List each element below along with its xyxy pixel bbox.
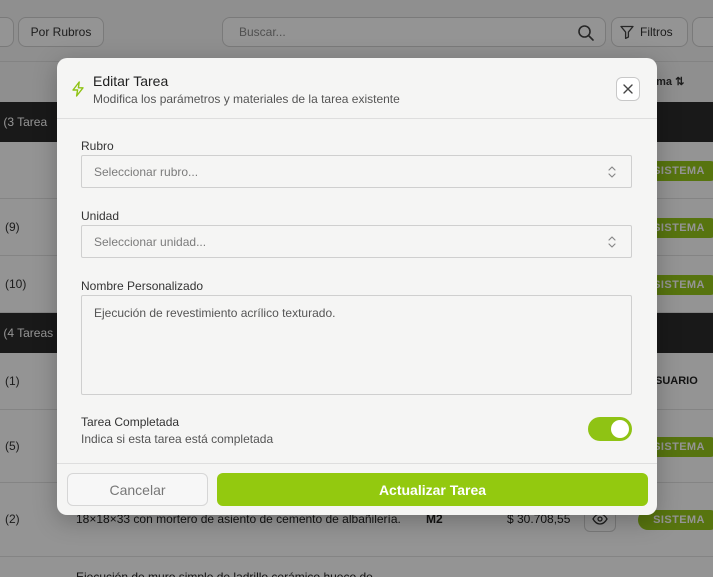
dialog-header: Editar Tarea Modifica los parámetros y m… <box>57 58 657 119</box>
toggle-knob <box>611 420 629 438</box>
nombre-personalizado-textarea[interactable]: Ejecución de revestimiento acrílico text… <box>81 295 632 395</box>
tarea-completada-toggle[interactable] <box>588 417 632 441</box>
close-button[interactable] <box>616 77 640 101</box>
cancel-button[interactable]: Cancelar <box>67 473 208 506</box>
unidad-placeholder: Seleccionar unidad... <box>94 234 207 249</box>
dialog-footer: Cancelar Actualizar Tarea <box>57 463 657 515</box>
lightning-bolt-icon <box>72 81 84 97</box>
update-task-button[interactable]: Actualizar Tarea <box>217 473 648 506</box>
unidad-label: Unidad <box>81 209 120 223</box>
rubro-label: Rubro <box>81 139 114 153</box>
tarea-completada-label: Tarea Completada <box>81 415 180 429</box>
dialog-subtitle: Modifica los parámetros y materiales de … <box>93 92 400 106</box>
unidad-select[interactable]: Seleccionar unidad... <box>81 225 632 258</box>
chevron-up-down-icon <box>608 236 616 248</box>
tarea-completada-description: Indica si esta tarea está completada <box>81 432 274 446</box>
chevron-up-down-icon <box>608 166 616 178</box>
nombre-personalizado-label: Nombre Personalizado <box>81 279 204 293</box>
rubro-select[interactable]: Seleccionar rubro... <box>81 155 632 188</box>
edit-task-dialog: Editar Tarea Modifica los parámetros y m… <box>57 58 657 515</box>
dialog-title: Editar Tarea <box>93 73 169 89</box>
close-icon <box>623 84 633 94</box>
rubro-placeholder: Seleccionar rubro... <box>94 164 199 179</box>
